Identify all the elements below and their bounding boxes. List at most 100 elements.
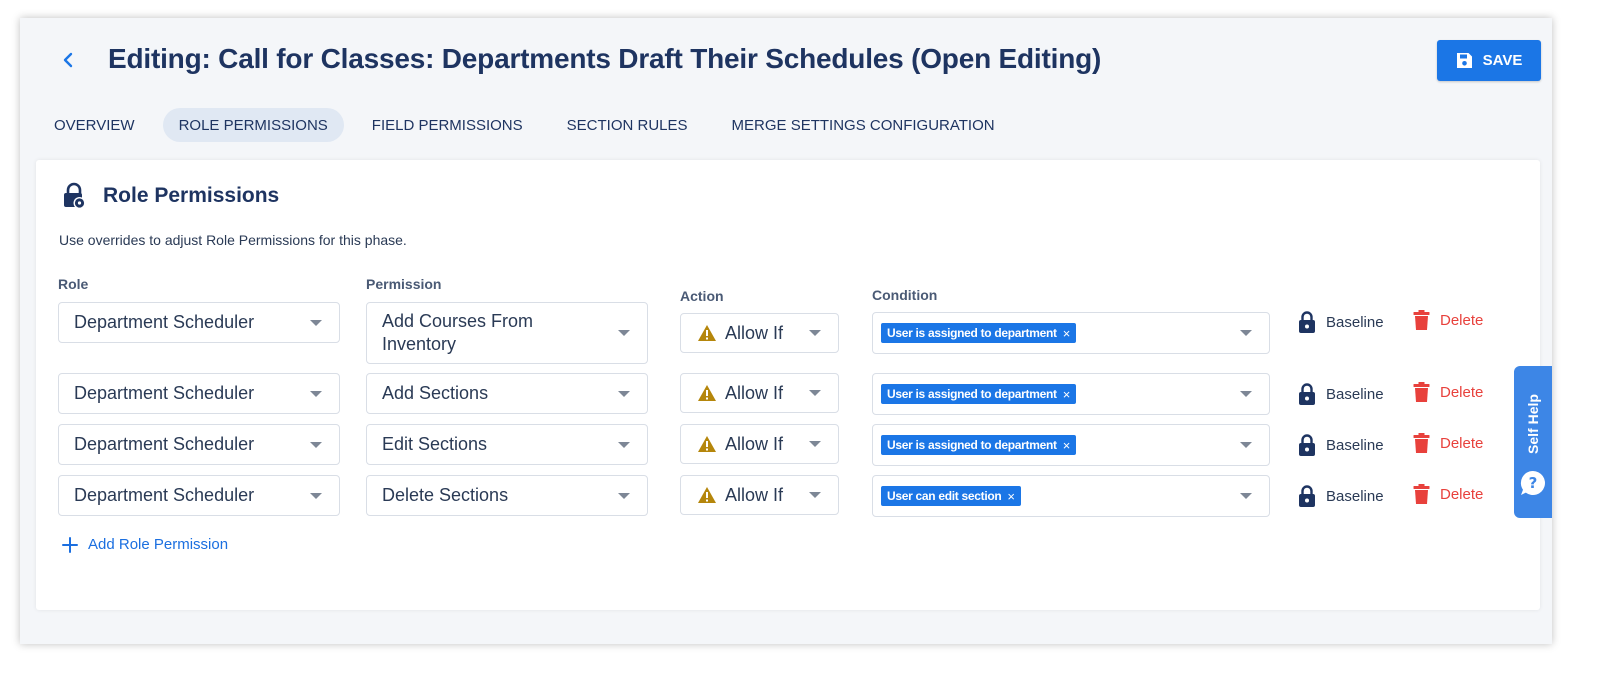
delete-label: Delete: [1440, 312, 1484, 329]
chevron-down-icon: [310, 492, 322, 499]
permission-select[interactable]: Add Courses From Inventory: [366, 302, 648, 364]
condition-chip-label: User can edit section: [887, 489, 1002, 503]
condition-column-label: Condition: [872, 287, 938, 303]
close-icon[interactable]: ×: [1063, 387, 1071, 402]
save-button[interactable]: SAVE: [1437, 40, 1541, 81]
tab-role-permissions[interactable]: ROLE PERMISSIONS: [162, 108, 344, 142]
chevron-down-icon: [618, 441, 630, 448]
lock-icon: [1299, 383, 1315, 405]
action-select-value: Allow If: [725, 433, 784, 454]
baseline-button[interactable]: Baseline: [1298, 484, 1384, 508]
delete-button[interactable]: Delete: [1413, 382, 1483, 403]
action-select-value: Allow If: [725, 382, 784, 403]
tab-bar: OVERVIEW ROLE PERMISSIONS FIELD PERMISSI…: [38, 108, 1023, 142]
add-role-permission-label: Add Role Permission: [88, 536, 229, 553]
chevron-down-icon: [809, 441, 821, 447]
tab-overview[interactable]: OVERVIEW: [38, 108, 151, 142]
trash-icon: [1413, 382, 1430, 402]
chevron-left-icon: [63, 52, 73, 68]
chevron-down-icon: [1240, 330, 1252, 336]
permission-select[interactable]: Add Sections: [366, 373, 648, 414]
self-help-tab[interactable]: Self Help ?: [1514, 366, 1552, 518]
tab-merge-settings-configuration[interactable]: MERGE SETTINGS CONFIGURATION: [716, 108, 1011, 142]
action-select[interactable]: Allow If: [680, 313, 839, 353]
delete-button[interactable]: Delete: [1413, 433, 1483, 454]
baseline-label: Baseline: [1326, 487, 1384, 505]
action-select[interactable]: Allow If: [680, 424, 839, 464]
lock-icon: [1299, 485, 1315, 507]
permission-select-value: Edit Sections: [382, 434, 488, 454]
permission-column-label: Permission: [366, 276, 442, 292]
trash-icon: [1413, 310, 1430, 330]
role-select[interactable]: Department Scheduler: [58, 475, 340, 516]
action-select-value: Allow If: [725, 322, 784, 343]
warning-icon: [698, 487, 716, 503]
role-column-label: Role: [58, 276, 89, 292]
delete-label: Delete: [1440, 486, 1484, 503]
back-button[interactable]: [58, 48, 78, 72]
baseline-button[interactable]: Baseline: [1298, 433, 1384, 457]
delete-button[interactable]: Delete: [1413, 310, 1483, 331]
card-description: Use overrides to adjust Role Permissions…: [59, 232, 407, 248]
role-select[interactable]: Department Scheduler: [58, 302, 340, 343]
baseline-label: Baseline: [1326, 385, 1384, 403]
baseline-button[interactable]: Baseline: [1298, 310, 1384, 334]
permission-select-value: Delete Sections: [382, 485, 509, 505]
close-icon[interactable]: ×: [1007, 489, 1015, 504]
add-role-permission-button[interactable]: Add Role Permission: [62, 536, 228, 553]
plus-icon: [62, 536, 78, 553]
condition-chip: User can edit section ×: [881, 486, 1021, 506]
role-select-value: Department Scheduler: [74, 312, 255, 332]
condition-select[interactable]: User is assigned to department ×: [872, 312, 1270, 354]
condition-chip-label: User is assigned to department: [887, 438, 1057, 452]
permission-select[interactable]: Edit Sections: [366, 424, 648, 465]
warning-icon: [698, 325, 716, 341]
action-select-value: Allow If: [725, 484, 784, 505]
condition-chip-label: User is assigned to department: [887, 326, 1057, 340]
floppy-disk-icon: [1456, 53, 1472, 68]
help-bubble-icon: ?: [1520, 470, 1545, 495]
lock-settings-icon: [64, 182, 86, 209]
trash-icon: [1413, 433, 1430, 453]
chevron-down-icon: [310, 441, 322, 448]
save-button-label: SAVE: [1482, 52, 1523, 69]
chevron-down-icon: [310, 319, 322, 326]
condition-select[interactable]: User is assigned to department ×: [872, 373, 1270, 415]
chevron-down-icon: [618, 330, 630, 336]
chevron-down-icon: [310, 390, 322, 397]
chevron-down-icon: [618, 390, 630, 397]
tab-section-rules[interactable]: SECTION RULES: [551, 108, 704, 142]
baseline-label: Baseline: [1326, 436, 1384, 454]
delete-button[interactable]: Delete: [1413, 484, 1483, 505]
chevron-down-icon: [1240, 493, 1252, 499]
chevron-down-icon: [1240, 391, 1252, 397]
condition-select[interactable]: User is assigned to department ×: [872, 424, 1270, 466]
chevron-down-icon: [809, 390, 821, 396]
lock-icon: [1299, 434, 1315, 456]
role-select-value: Department Scheduler: [74, 434, 255, 454]
role-select[interactable]: Department Scheduler: [58, 424, 340, 465]
delete-label: Delete: [1440, 384, 1484, 401]
condition-chip: User is assigned to department ×: [881, 323, 1077, 343]
action-select[interactable]: Allow If: [680, 373, 839, 413]
self-help-label: Self Help: [1525, 394, 1541, 454]
role-select-value: Department Scheduler: [74, 383, 255, 403]
permission-select[interactable]: Delete Sections: [366, 475, 648, 516]
trash-icon: [1413, 484, 1430, 504]
condition-chip-label: User is assigned to department: [887, 387, 1057, 401]
action-select[interactable]: Allow If: [680, 475, 839, 515]
permission-select-value: Add Sections: [382, 383, 489, 403]
svg-text:?: ?: [1529, 474, 1538, 492]
condition-select[interactable]: User can edit section ×: [872, 475, 1270, 517]
close-icon[interactable]: ×: [1063, 438, 1071, 453]
chevron-down-icon: [809, 492, 821, 498]
tab-field-permissions[interactable]: FIELD PERMISSIONS: [356, 108, 539, 142]
warning-icon: [698, 436, 716, 452]
card-title: Role Permissions: [103, 184, 280, 207]
baseline-label: Baseline: [1326, 313, 1384, 331]
role-permissions-card: Role Permissions Use overrides to adjust…: [36, 160, 1540, 610]
warning-icon: [698, 385, 716, 401]
close-icon[interactable]: ×: [1063, 326, 1071, 341]
role-select[interactable]: Department Scheduler: [58, 373, 340, 414]
baseline-button[interactable]: Baseline: [1298, 382, 1384, 406]
